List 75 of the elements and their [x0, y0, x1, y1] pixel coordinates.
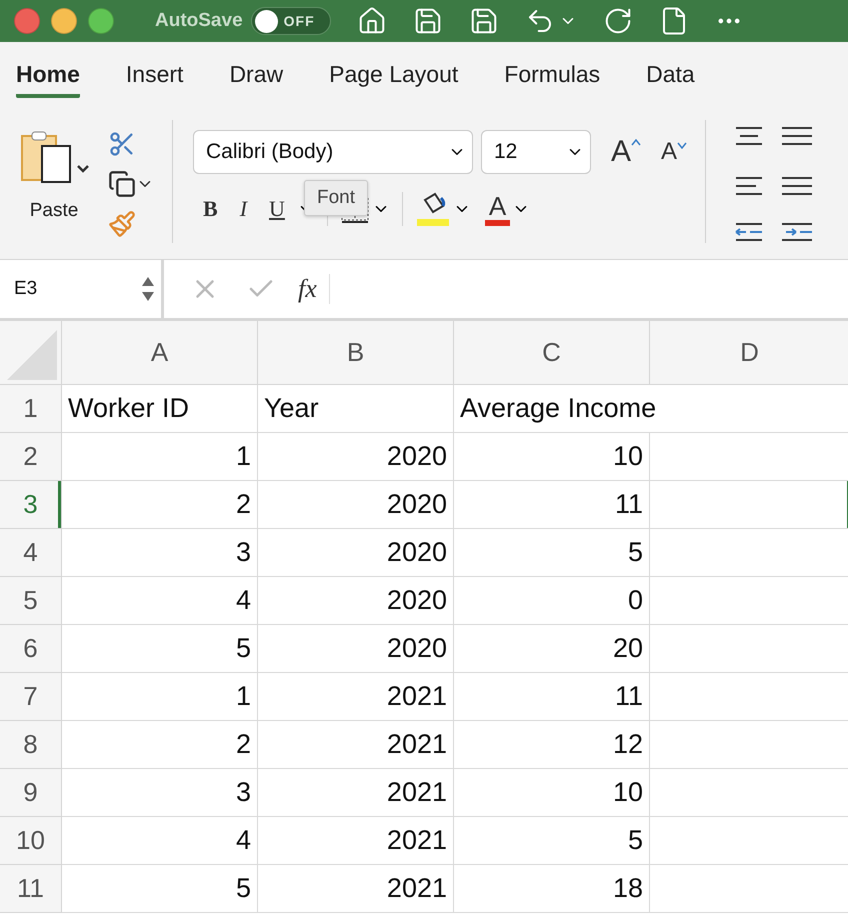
table-cell: 2020: [258, 481, 454, 529]
table-cell: 10: [454, 433, 650, 481]
shrink-font-button[interactable]: A: [661, 138, 688, 166]
font-color-button[interactable]: A: [484, 192, 510, 226]
ribbon-tab[interactable]: Data: [646, 54, 695, 98]
row-header[interactable]: 6: [0, 625, 62, 673]
table-cell: 11: [454, 481, 650, 529]
autosave-toggle[interactable]: OFF: [250, 7, 331, 35]
row-header[interactable]: 8: [0, 721, 62, 769]
table-cell: 1: [62, 673, 258, 721]
ribbon-tab[interactable]: Page Layout: [329, 54, 458, 98]
row-header[interactable]: 1: [0, 385, 62, 433]
autosave-label: AutoSave: [155, 10, 243, 32]
table-cell: 2020: [258, 577, 454, 625]
table-cell: 3: [62, 529, 258, 577]
table-cell: 2021: [258, 865, 454, 913]
font-tooltip: Font: [304, 180, 368, 216]
table-cell: Worker ID: [62, 385, 258, 433]
table-cell: 11: [454, 673, 650, 721]
caret-up-icon: [631, 139, 642, 146]
paste-label[interactable]: Paste: [30, 200, 78, 222]
grow-font-button[interactable]: A: [611, 135, 642, 169]
minimize-button[interactable]: [51, 8, 77, 34]
table-cell: 2: [62, 721, 258, 769]
table-cell: 2021: [258, 673, 454, 721]
font-size-dropdown[interactable]: 12: [481, 130, 591, 174]
save-icon[interactable]: [412, 6, 443, 36]
caret-down-icon: [677, 142, 688, 149]
table-cell: 5: [454, 529, 650, 577]
column-header[interactable]: A: [62, 321, 258, 385]
table-cell: 5: [62, 865, 258, 913]
table-cell: 0: [454, 577, 650, 625]
stepper-icon[interactable]: [141, 275, 155, 303]
table-cell: 4: [62, 817, 258, 865]
row-header[interactable]: 5: [0, 577, 62, 625]
ribbon-tab[interactable]: Draw: [229, 54, 284, 98]
insert-function-button[interactable]: fx: [298, 274, 330, 304]
italic-button[interactable]: I: [230, 196, 258, 222]
table-cell: 18: [454, 865, 650, 913]
table-cell: 2021: [258, 721, 454, 769]
table-cell: 1: [62, 433, 258, 481]
row-header[interactable]: 11: [0, 865, 62, 913]
column-header[interactable]: B: [258, 321, 454, 385]
row-header[interactable]: 10: [0, 817, 62, 865]
row-header[interactable]: 2: [0, 433, 62, 481]
column-header[interactable]: D: [650, 321, 848, 385]
name-box[interactable]: E3: [0, 260, 164, 318]
fill-color-icon[interactable]: [414, 192, 451, 226]
column-header[interactable]: C: [454, 321, 650, 385]
row-header[interactable]: 4: [0, 529, 62, 577]
table-cell: 5: [62, 625, 258, 673]
ribbon-tab[interactable]: Formulas: [504, 54, 600, 98]
table-cell: Year: [258, 385, 454, 433]
table-cell: 12: [454, 721, 650, 769]
table-cell: 4: [62, 577, 258, 625]
table-cell: 10: [454, 769, 650, 817]
table-cell: 2020: [258, 529, 454, 577]
row-header[interactable]: 7: [0, 673, 62, 721]
ribbon-tab[interactable]: Home: [16, 54, 80, 98]
ribbon-tab[interactable]: Insert: [126, 54, 184, 98]
row-header[interactable]: 3: [0, 481, 62, 529]
table-cell: 3: [62, 769, 258, 817]
table-cell: 2021: [258, 769, 454, 817]
table-cell: Average Income: [454, 385, 848, 433]
font-name-dropdown[interactable]: Calibri (Body): [193, 130, 473, 174]
table-cell: 2: [62, 481, 258, 529]
table-cell: 20: [454, 625, 650, 673]
row-header[interactable]: 9: [0, 769, 62, 817]
bold-button[interactable]: B: [193, 196, 228, 222]
table-cell: 2021: [258, 817, 454, 865]
table-cell: 2020: [258, 625, 454, 673]
underline-button[interactable]: U: [259, 196, 295, 222]
table-cell: 5: [454, 817, 650, 865]
table-cell: 2020: [258, 433, 454, 481]
save-as-icon[interactable]: [468, 6, 499, 36]
